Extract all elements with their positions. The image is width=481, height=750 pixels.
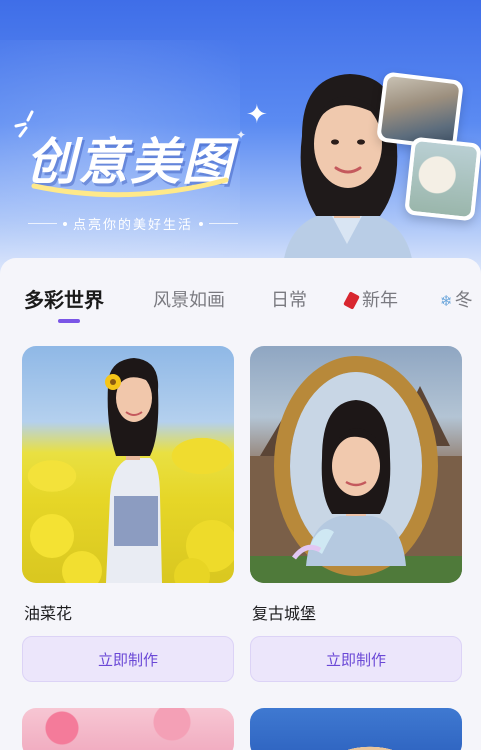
tab-colorful-world[interactable]: 多彩世界: [24, 284, 104, 313]
tab-label: 日常: [271, 290, 307, 311]
template-card[interactable]: 复古城堡 立即制作: [250, 346, 462, 682]
create-now-button[interactable]: 立即制作: [22, 636, 234, 682]
category-tabs: 多彩世界 风景如画 日常 新年 ❄ 冬: [0, 258, 481, 328]
hero-banner: 创意美图 点亮你的美好生活 ✦ ✦ ✦: [0, 0, 481, 275]
template-name: 油菜花: [24, 604, 73, 623]
template-card[interactable]: [250, 708, 462, 750]
sparkle-icon: ✦: [236, 128, 247, 142]
red-envelope-icon: [343, 291, 360, 310]
snowflake-icon: ❄: [440, 292, 453, 310]
tab-label: 多彩世界: [24, 288, 104, 312]
brand-swoosh: [31, 177, 229, 198]
template-name: 复古城堡: [252, 604, 317, 623]
tab-new-year[interactable]: 新年: [343, 286, 398, 312]
template-thumbnail[interactable]: [22, 346, 234, 583]
tab-scenery[interactable]: 风景如画: [153, 286, 225, 312]
tab-daily[interactable]: 日常: [271, 286, 307, 312]
template-thumbnail[interactable]: [250, 708, 462, 750]
brand-subtitle: 点亮你的美好生活: [28, 214, 239, 233]
brand-subtitle-text: 点亮你的美好生活: [73, 218, 194, 233]
flower-photo-card: [404, 136, 481, 222]
template-card[interactable]: [22, 708, 234, 750]
tab-label: 风景如画: [153, 290, 225, 311]
template-thumbnail[interactable]: [250, 346, 462, 583]
canola-field-portrait: [30, 358, 234, 583]
tab-winter[interactable]: ❄ 冬: [440, 286, 473, 312]
template-thumbnail[interactable]: [22, 708, 234, 750]
retro-castle-portrait: [250, 356, 462, 583]
tab-label: 新年: [362, 290, 398, 311]
tab-label: 冬: [454, 290, 473, 311]
template-card[interactable]: 油菜花 立即制作: [22, 346, 234, 682]
active-tab-indicator: [58, 319, 80, 323]
create-now-button[interactable]: 立即制作: [250, 636, 462, 682]
content-panel: 多彩世界 风景如画 日常 新年 ❄ 冬 油菜花 立即制作 复古城堡 立即制作: [0, 258, 481, 750]
